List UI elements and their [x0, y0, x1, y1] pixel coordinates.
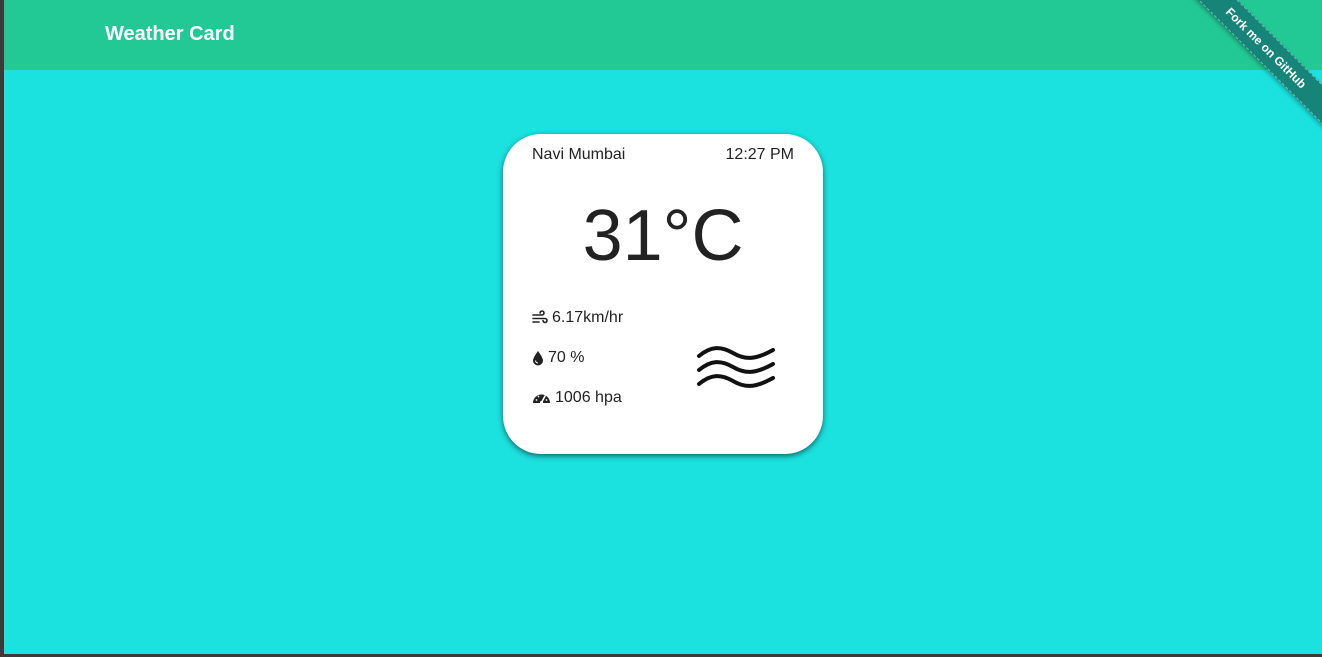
city-name: Navi Mumbai — [532, 146, 626, 163]
water-drop-icon — [532, 350, 544, 366]
pressure-row: 1006 hpa — [532, 389, 622, 407]
humidity-row: 70 % — [532, 349, 584, 367]
humidity-value: 70 % — [548, 349, 585, 366]
pressure-value: 1006 hpa — [555, 389, 622, 406]
page-background: Weather Card Fork me on GitHub Navi Mumb… — [4, 0, 1322, 654]
haze-waves-icon — [695, 344, 779, 396]
temperature: 31°C — [582, 196, 744, 276]
wind-speed-value: 6.17km/hr — [552, 309, 624, 326]
wind-icon — [532, 310, 548, 326]
github-ribbon-container: Fork me on GitHub — [1172, 0, 1322, 150]
wind-speed-row: 6.17km/hr — [532, 309, 623, 327]
navbar: Weather Card — [4, 0, 1322, 70]
current-time: 12:27 PM — [725, 146, 794, 163]
gauge-icon — [532, 390, 551, 406]
weather-card: Navi Mumbai 12:27 PM 31°C 6.17km/hr 70 % — [503, 134, 823, 454]
fork-on-github-ribbon[interactable]: Fork me on GitHub — [1185, 0, 1322, 129]
navbar-brand[interactable]: Weather Card — [105, 22, 235, 46]
